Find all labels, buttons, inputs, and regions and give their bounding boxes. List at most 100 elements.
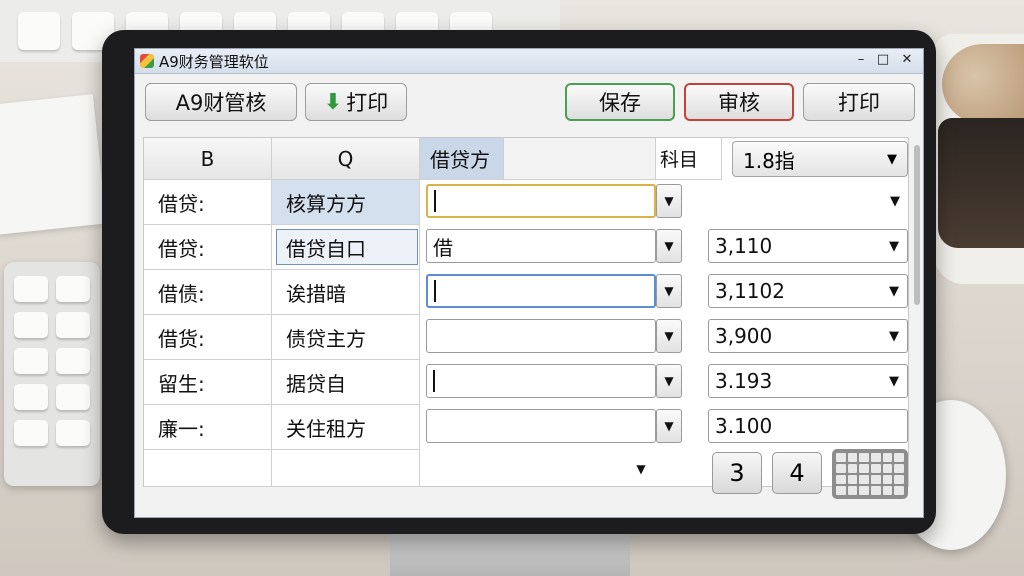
row-name[interactable]: 核算方方 xyxy=(272,180,420,225)
chevron-down-icon: ▼ xyxy=(664,419,674,433)
finance-menu-label: A9财管核 xyxy=(175,91,267,115)
chevron-down-icon: ▼ xyxy=(664,239,674,253)
row-label: 借货: xyxy=(144,315,272,360)
save-button[interactable]: 保存 xyxy=(565,83,675,121)
value-field[interactable]: 3,900 ▼ xyxy=(708,319,908,353)
amount-input[interactable] xyxy=(426,319,656,353)
keyboard-key xyxy=(14,384,48,410)
row-label: 廉一: xyxy=(144,405,272,450)
text-caret xyxy=(433,370,435,392)
review-button[interactable]: 审核 xyxy=(684,83,794,121)
value-text: 3,900 xyxy=(715,324,773,348)
value-field[interactable]: 3.193 ▼ xyxy=(708,364,908,398)
value-text: 3.100 xyxy=(715,414,773,438)
monitor-stand xyxy=(390,528,630,576)
background-paper xyxy=(0,94,107,236)
value-field[interactable]: 3,110 ▼ xyxy=(708,229,908,263)
column-header-debit-credit[interactable]: 借贷方 xyxy=(420,138,504,180)
minimize-icon[interactable]: – xyxy=(851,51,871,69)
text-caret xyxy=(434,280,436,302)
print-button[interactable]: 打印 xyxy=(803,83,915,121)
add-print-button[interactable]: ⬇ 打印 xyxy=(305,83,407,121)
entry-grid: B Q 借贷方 科目 1.8指 ▼ 借贷: 核算方方 借贷: 借贷自口 借债: … xyxy=(143,137,909,499)
keyboard-key xyxy=(56,276,90,302)
column-header-blank xyxy=(504,138,656,180)
header-combo[interactable]: 1.8指 ▼ xyxy=(732,141,908,177)
column-header-q[interactable]: Q xyxy=(272,138,420,180)
keypad-key-4[interactable]: 4 xyxy=(772,452,822,494)
finance-menu-button[interactable]: A9财管核 xyxy=(145,83,297,121)
amount-dropdown[interactable]: ▼ xyxy=(656,319,682,353)
chevron-down-icon: ▼ xyxy=(890,193,900,209)
chevron-down-icon: ▼ xyxy=(889,283,899,299)
value-field[interactable]: ▼ xyxy=(708,184,908,218)
chevron-down-icon: ▼ xyxy=(887,151,897,167)
keyboard-key xyxy=(18,12,60,50)
amount-dropdown[interactable]: ▼ xyxy=(656,409,682,443)
chevron-down-icon: ▼ xyxy=(664,329,674,343)
chevron-down-icon: ▼ xyxy=(664,284,674,298)
value-text: 3,1102 xyxy=(715,279,785,303)
vertical-scrollbar[interactable] xyxy=(914,145,920,305)
keyboard-key xyxy=(14,348,48,374)
close-icon[interactable]: ✕ xyxy=(897,51,917,69)
row-name[interactable]: 债贷主方 xyxy=(272,315,420,360)
background-side-keyboard xyxy=(4,262,100,486)
chevron-down-icon: ▼ xyxy=(889,238,899,254)
app-window: A9财务管理软位 – □ ✕ A9财管核 ⬇ 打印 保存 审核 打印 B Q 借… xyxy=(134,48,924,518)
row-label: 留生: xyxy=(144,360,272,405)
review-label: 审核 xyxy=(718,91,760,115)
window-title: A9财务管理软位 xyxy=(159,53,269,71)
chevron-down-icon: ▼ xyxy=(664,194,674,208)
plus-icon: ⬇ xyxy=(323,89,343,115)
app-icon xyxy=(140,54,154,68)
row-name[interactable]: 关住租方 xyxy=(272,405,420,450)
background-coffee xyxy=(938,118,1024,248)
keyboard-key xyxy=(56,312,90,338)
amount-input[interactable] xyxy=(426,274,656,308)
amount-dropdown[interactable]: ▼ xyxy=(656,229,682,263)
value-field[interactable]: 3,1102 ▼ xyxy=(708,274,908,308)
chevron-down-icon: ▼ xyxy=(664,374,674,388)
chevron-down-icon: ▼ xyxy=(889,328,899,344)
save-label: 保存 xyxy=(599,91,641,115)
title-bar: A9财务管理软位 – □ ✕ xyxy=(135,49,923,74)
row-label: 借债: xyxy=(144,270,272,315)
calculator-icon[interactable] xyxy=(832,449,908,499)
keyboard-key xyxy=(14,276,48,302)
keypad-key-3[interactable]: 3 xyxy=(712,452,762,494)
amount-input[interactable] xyxy=(426,364,656,398)
row-name-empty xyxy=(272,450,420,487)
column-header-b[interactable]: B xyxy=(144,138,272,180)
row-name[interactable]: 据贷自 xyxy=(272,360,420,405)
keyboard-key xyxy=(14,420,48,446)
value-field[interactable]: 3.100 xyxy=(708,409,908,443)
print-label: 打印 xyxy=(838,91,880,115)
amount-dropdown[interactable]: ▼ xyxy=(656,364,682,398)
add-print-label: 打印 xyxy=(346,91,389,115)
row-name[interactable]: 诶措暗 xyxy=(272,270,420,315)
row-label-empty xyxy=(144,450,272,487)
amount-dropdown[interactable]: ▼ xyxy=(656,184,682,218)
row-label: 借贷: xyxy=(144,180,272,225)
chevron-down-icon: ▼ xyxy=(636,462,646,476)
amount-input[interactable] xyxy=(426,409,656,443)
keyboard-key xyxy=(56,384,90,410)
row-name[interactable]: 借贷自口 xyxy=(272,225,420,270)
background-coffee-foam xyxy=(942,44,1024,124)
amount-input[interactable] xyxy=(426,184,656,218)
row-label: 借贷: xyxy=(144,225,272,270)
empty-row-dropdown[interactable]: ▼ xyxy=(628,452,654,486)
value-text: 3.193 xyxy=(715,369,773,393)
column-header-subject[interactable]: 科目 xyxy=(656,138,722,180)
maximize-icon[interactable]: □ xyxy=(873,51,893,69)
amount-dropdown[interactable]: ▼ xyxy=(656,274,682,308)
keyboard-key xyxy=(56,348,90,374)
keyboard-key xyxy=(56,420,90,446)
text-caret xyxy=(434,190,436,212)
chevron-down-icon: ▼ xyxy=(889,373,899,389)
amount-input[interactable]: 借 xyxy=(426,229,656,263)
header-combo-value: 1.8指 xyxy=(743,148,795,173)
keyboard-key xyxy=(14,312,48,338)
value-text: 3,110 xyxy=(715,234,773,258)
